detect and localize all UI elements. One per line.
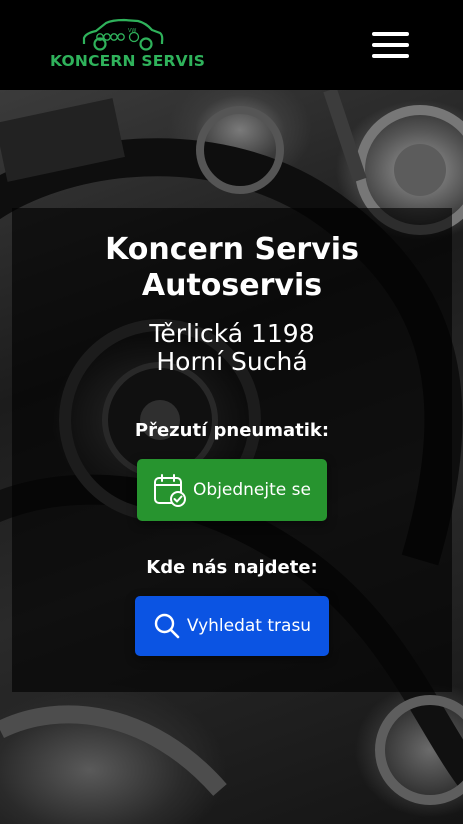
search-icon: [154, 613, 180, 639]
logo-text: KONCERN SERVIS: [50, 52, 206, 70]
find-route-label: Vyhledat trasu: [186, 616, 312, 636]
directions-label: Kde nás najdete:: [146, 557, 318, 578]
menu-button[interactable]: [368, 28, 412, 62]
address-street: Těrlická 1198: [149, 319, 315, 348]
title-line-company: Koncern Servis: [105, 232, 359, 267]
page: VW KONCERN SERVIS Koncern Servis Autoser…: [0, 0, 463, 824]
book-appointment-label: Objednejte se: [193, 480, 311, 500]
title-line-service: Autoservis: [141, 268, 323, 303]
site-header: VW KONCERN SERVIS: [0, 0, 463, 90]
info-card: Koncern Servis Autoservis Těrlická 1198 …: [12, 208, 452, 692]
hero-section: Koncern Servis Autoservis Těrlická 1198 …: [0, 90, 463, 824]
book-appointment-button[interactable]: Objednejte se: [137, 459, 327, 521]
address-city: Horní Suchá: [156, 347, 308, 376]
page-title: Koncern Servis Autoservis: [12, 232, 452, 304]
find-route-button[interactable]: Vyhledat trasu: [135, 596, 329, 656]
car-logo-icon: VW: [82, 18, 164, 51]
calendar-check-icon: [154, 474, 187, 507]
svg-text:VW: VW: [128, 28, 136, 34]
site-logo[interactable]: VW KONCERN SERVIS: [48, 18, 205, 73]
booking-label: Přezutí pneumatik:: [134, 420, 330, 441]
address: Těrlická 1198 Horní Suchá: [12, 320, 452, 376]
